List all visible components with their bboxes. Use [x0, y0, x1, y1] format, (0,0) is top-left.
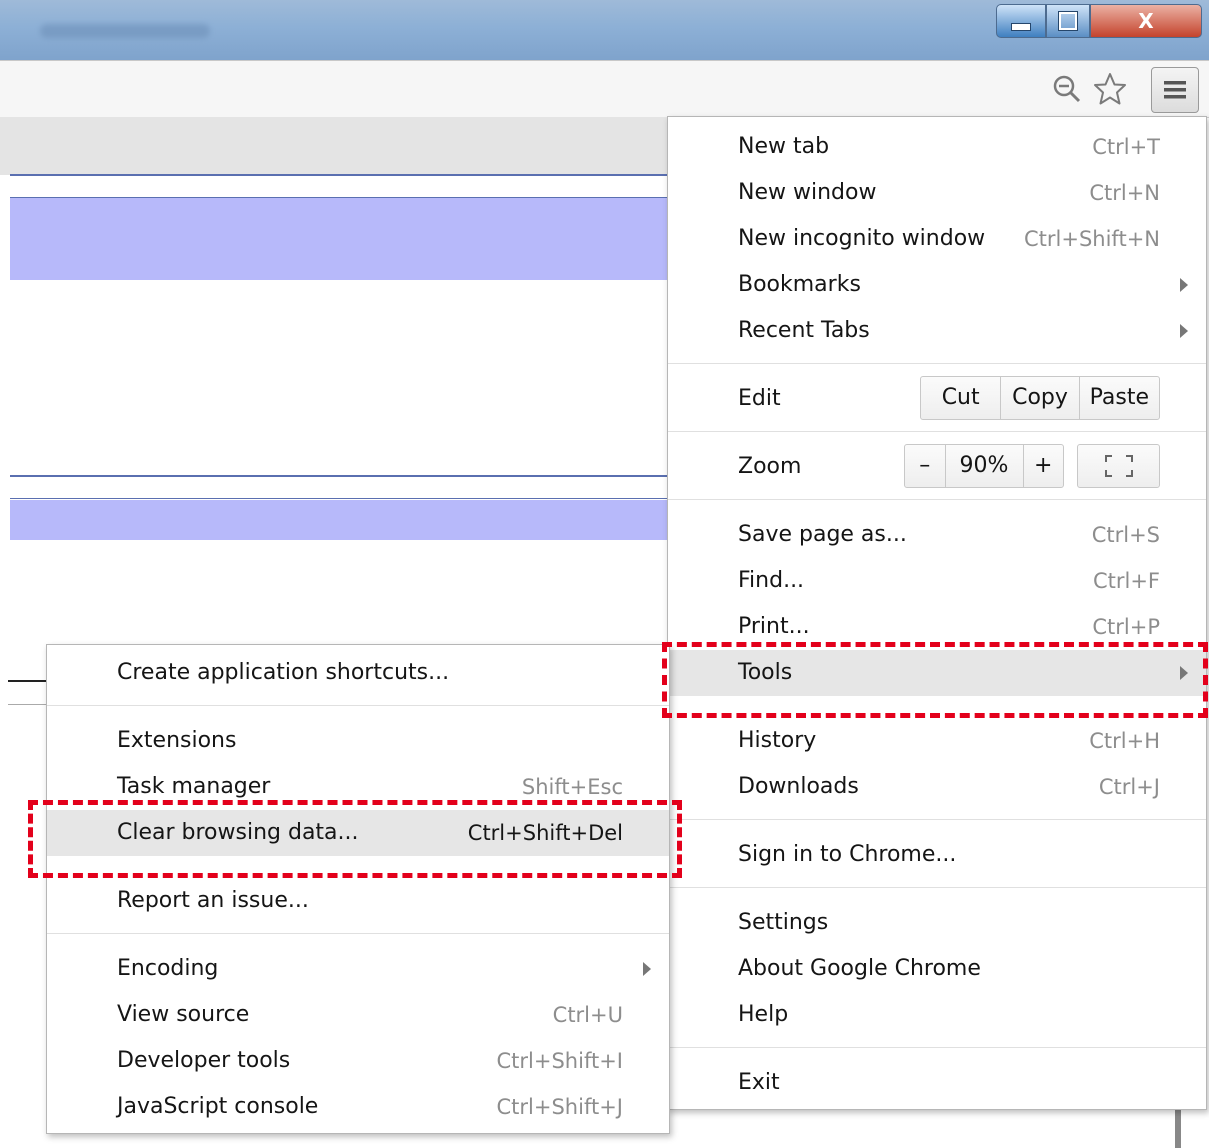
paste-button[interactable]: Paste [1080, 377, 1159, 419]
zoom-in-button[interactable]: + [1024, 445, 1064, 487]
chrome-menu: New tab Ctrl+T New window Ctrl+N New inc… [667, 116, 1207, 1110]
page-rule [8, 704, 46, 705]
copy-button[interactable]: Copy [1001, 377, 1080, 419]
menu-separator [668, 499, 1206, 500]
restore-icon [1058, 11, 1078, 31]
menu-item-settings[interactable]: Settings [668, 900, 1206, 946]
menu-item-new-window[interactable]: New window Ctrl+N [668, 170, 1206, 216]
chrome-menu-button[interactable] [1151, 67, 1199, 113]
window-title [40, 24, 210, 38]
submenu-item-developer-tools[interactable]: Developer tools Ctrl+Shift+I [47, 1038, 669, 1084]
menu-item-history[interactable]: History Ctrl+H [668, 718, 1206, 764]
close-icon: X [1138, 9, 1154, 33]
submenu-item-javascript-console[interactable]: JavaScript console Ctrl+Shift+J [47, 1084, 669, 1130]
menu-item-help[interactable]: Help [668, 992, 1206, 1038]
close-button[interactable]: X [1090, 4, 1202, 38]
browser-toolbar [0, 60, 1209, 118]
menu-separator [668, 431, 1206, 432]
menu-item-downloads[interactable]: Downloads Ctrl+J [668, 764, 1206, 810]
page-rule [10, 475, 670, 477]
menu-item-about-chrome[interactable]: About Google Chrome [668, 946, 1206, 992]
menu-separator [668, 1047, 1206, 1048]
edit-controls: Cut Copy Paste [920, 376, 1160, 420]
minimize-button[interactable] [996, 4, 1046, 38]
submenu-item-encoding[interactable]: Encoding [47, 946, 669, 992]
submenu-item-report-issue[interactable]: Report an issue... [47, 878, 669, 924]
submenu-item-view-source[interactable]: View source Ctrl+U [47, 992, 669, 1038]
zoom-out-button[interactable]: – [905, 445, 946, 487]
menu-item-find[interactable]: Find... Ctrl+F [668, 558, 1206, 604]
submenu-item-create-shortcuts[interactable]: Create application shortcuts... [47, 650, 669, 696]
minimize-icon [1011, 23, 1031, 31]
menu-item-sign-in[interactable]: Sign in to Chrome... [668, 832, 1206, 878]
scrollbar-edge [1175, 1104, 1181, 1148]
clear-data-highlight-box [28, 800, 682, 878]
menu-item-new-tab[interactable]: New tab Ctrl+T [668, 124, 1206, 170]
page-rule [10, 498, 670, 499]
menu-separator [668, 363, 1206, 364]
page-rule [8, 680, 46, 682]
tools-submenu: Create application shortcuts... Extensio… [46, 644, 670, 1134]
menu-separator [668, 819, 1206, 820]
restore-button[interactable] [1046, 4, 1090, 38]
window-title-bar: X [0, 0, 1209, 60]
page-rule [10, 174, 670, 176]
menu-separator [47, 705, 669, 706]
menu-item-exit[interactable]: Exit [668, 1060, 1206, 1106]
selected-row [10, 500, 670, 540]
page-rule [10, 197, 670, 198]
menu-item-bookmarks[interactable]: Bookmarks [668, 262, 1206, 308]
menu-item-recent-tabs[interactable]: Recent Tabs [668, 308, 1206, 354]
submenu-arrow-icon [1180, 324, 1188, 338]
fullscreen-icon [1104, 455, 1133, 477]
menu-icon [1164, 81, 1186, 99]
zoom-level: 90% [946, 445, 1024, 487]
star-icon[interactable] [1092, 71, 1128, 107]
submenu-item-extensions[interactable]: Extensions [47, 718, 669, 764]
selected-row [10, 198, 670, 280]
zoom-controls: – 90% + [904, 444, 1064, 488]
fullscreen-button[interactable] [1077, 444, 1160, 488]
page-header-band [0, 117, 668, 175]
menu-separator [668, 887, 1206, 888]
cut-button[interactable]: Cut [921, 377, 1002, 419]
submenu-arrow-icon [643, 962, 651, 976]
menu-item-new-incognito-window[interactable]: New incognito window Ctrl+Shift+N [668, 216, 1206, 262]
menu-separator [47, 933, 669, 934]
menu-item-save-page-as[interactable]: Save page as... Ctrl+S [668, 512, 1206, 558]
submenu-arrow-icon [1180, 278, 1188, 292]
window-controls: X [996, 4, 1202, 40]
zoom-icon[interactable] [1049, 71, 1085, 107]
tools-highlight-box [662, 642, 1208, 718]
